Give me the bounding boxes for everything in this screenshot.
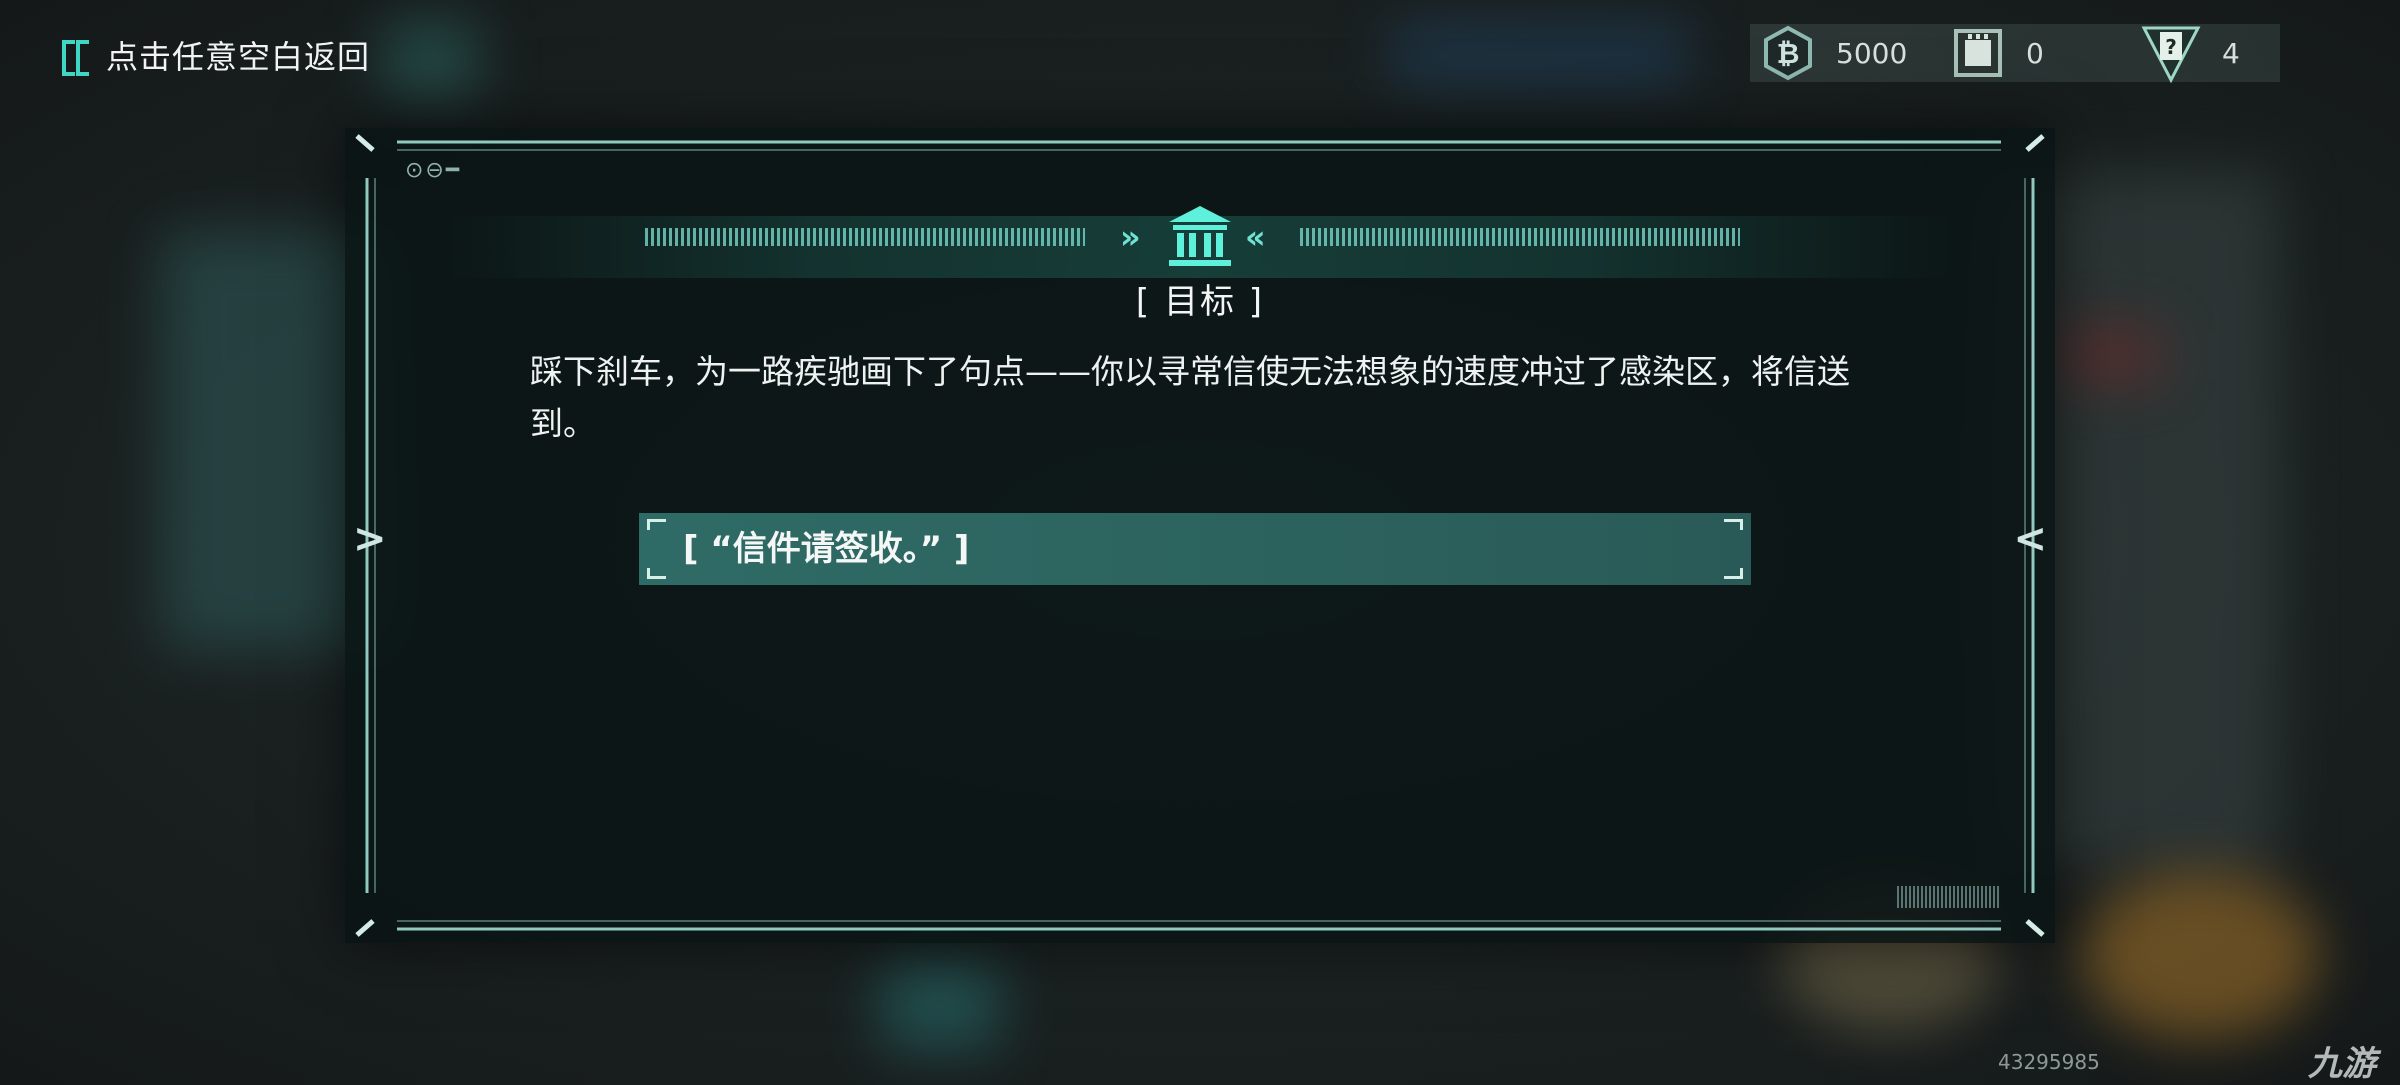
- corner-decoration: [647, 519, 666, 530]
- currency-mystery-value: 4: [2222, 36, 2240, 70]
- mystery-card-icon: ?: [2141, 26, 2201, 84]
- double-chevron-right-icon: »: [1120, 218, 1141, 256]
- bitcoin-coin-icon: ₿: [1764, 25, 1812, 81]
- corner-decoration: [647, 568, 666, 579]
- background-blur: [2060, 330, 2160, 380]
- corner-decoration: [1724, 519, 1743, 530]
- background-blur: [1390, 20, 1690, 90]
- double-bracket-icon: [60, 38, 94, 76]
- objective-dialog: ⊙⊖━ » « [ 目标 ] 踩下刹车，为一路疾驰画下了句点——你以寻常信使无法…: [345, 128, 2055, 943]
- footer-id-text: 43295985: [1998, 1050, 2100, 1074]
- corner-decoration: [1724, 568, 1743, 579]
- choice-label: [ “信件请签收。” ]: [683, 529, 970, 569]
- objective-description: 踩下刹车，为一路疾驰画下了句点——你以寻常信使无法想象的速度冲过了感染区，将信送…: [530, 352, 1850, 443]
- currency-bar: ₿ 5000 0 ? 4: [1750, 24, 2280, 84]
- panel-status-dots: ⊙⊖━: [405, 158, 462, 183]
- site-watermark: 九游: [2308, 1044, 2376, 1084]
- currency-chips-value: 0: [2026, 36, 2044, 70]
- header-hatch-decoration: [645, 228, 1085, 246]
- barcode-decoration: [1897, 886, 2001, 908]
- background-blur: [880, 960, 1000, 1050]
- back-hint-button[interactable]: 点击任意空白返回: [60, 32, 370, 78]
- svg-text:₿: ₿: [1777, 37, 1800, 70]
- chevron-right-icon: >: [353, 516, 387, 562]
- chip-card-icon: [1954, 29, 2002, 77]
- back-hint-label: 点击任意空白返回: [106, 38, 371, 76]
- header-hatch-decoration: [1300, 228, 1740, 246]
- museum-building-icon: [1169, 206, 1231, 266]
- chevron-left-icon: <: [2013, 516, 2047, 562]
- currency-mystery[interactable]: ? 4: [2140, 24, 2240, 84]
- svg-text:?: ?: [2165, 35, 2177, 59]
- currency-chips[interactable]: 0: [1950, 24, 2044, 82]
- dialog-choice-button[interactable]: [ “信件请签收。” ]: [639, 513, 1751, 585]
- currency-coins-value: 5000: [1836, 36, 1908, 70]
- background-blur: [380, 20, 480, 100]
- double-chevron-left-icon: «: [1245, 218, 1266, 256]
- objective-title: [ 目标 ]: [1135, 282, 1265, 322]
- background-blur: [2080, 870, 2320, 1040]
- currency-coins[interactable]: ₿ 5000: [1760, 24, 1907, 82]
